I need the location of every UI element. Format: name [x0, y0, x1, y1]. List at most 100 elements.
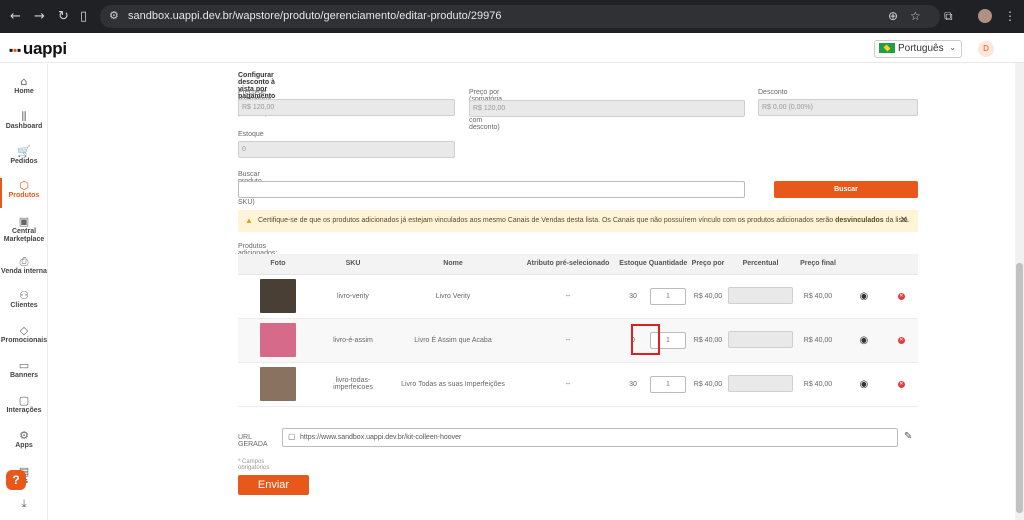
scrollbar-thumb[interactable] — [1016, 263, 1023, 513]
delete-icon[interactable]: ✕ — [897, 381, 905, 388]
sidebar-item-interações[interactable]: ▢ Interações — [0, 394, 48, 415]
table-row: livro-todas-imperfeicoes Livro Todas as … — [238, 362, 918, 407]
sidebar-item-venda-interna[interactable]: ⎙ Venda interna — [0, 255, 48, 276]
language-select[interactable]: Português ⌄ — [874, 40, 962, 58]
scrollbar[interactable] — [1015, 63, 1024, 520]
zoom-icon[interactable]: ⊕ — [888, 9, 898, 23]
sidebar-item-label: Promocionais — [0, 337, 48, 344]
sidebar-item-label: Banners — [9, 372, 38, 379]
enviar-button[interactable]: Enviar — [238, 475, 309, 495]
column-header: Preço final — [793, 254, 843, 275]
eye-icon[interactable]: ◉ — [859, 335, 868, 346]
table-row: livro-verity Livro Verity -- 30 1 R$ 40,… — [238, 274, 918, 319]
browser-toolbar: ← → ↻ ▯ ⚙ sandbox.uappi.dev.br/wapstore/… — [0, 0, 1024, 33]
sidebar-item-label: Venda interna — [1, 268, 47, 275]
required-note: * Campos obrigatórios — [238, 459, 270, 471]
sidebar-item-more[interactable]: ⤓ — [0, 497, 48, 510]
eye-icon[interactable]: ◉ — [859, 291, 868, 302]
percent-input[interactable] — [728, 374, 793, 392]
column-header: Foto — [238, 254, 318, 275]
products-table: Foto SKU Nome Atributo pré-selecionado Estoq… — [238, 254, 918, 407]
column-header-empty — [843, 254, 885, 275]
menu-icon[interactable]: ⋮ — [1004, 9, 1016, 23]
name-cell: Livro É Assim que Acaba — [388, 318, 518, 363]
attribute-cell: -- — [518, 362, 618, 407]
sidebar-item-pedidos[interactable]: 🛒 Pedidos — [0, 146, 48, 166]
table-row: livro-é-assim Livro É Assim que Acaba --… — [238, 318, 918, 363]
quantity-cell: 1 — [648, 362, 688, 407]
view-cell: ◉ — [843, 318, 885, 363]
sidebar-icon: ⤓ — [21, 497, 27, 510]
attribute-cell: -- — [518, 318, 618, 363]
site-settings-icon[interactable]: ⚙ — [109, 9, 119, 22]
document-icon: ▢ — [288, 432, 296, 441]
sidebar-icon: ⚙ — [19, 429, 29, 442]
desconto-label: Desconto — [758, 89, 788, 96]
column-header: Atributo pré-selecionado — [518, 254, 618, 275]
buscar-button[interactable]: Buscar — [774, 181, 918, 198]
sidebar-item-dashboard[interactable]: ⫼ Dashboard — [0, 111, 48, 131]
sidebar-item-banners[interactable]: ▭ Banners — [0, 359, 48, 380]
column-header: Nome — [388, 254, 518, 275]
estoque-label: Estoque — [238, 131, 264, 138]
quantity-input[interactable]: 1 — [650, 287, 686, 305]
warning-icon: ▲ — [245, 216, 253, 225]
sidebar-icon: ▭ — [18, 359, 30, 372]
sidebar-item-clientes[interactable]: ⚇ Clientes — [0, 289, 48, 310]
url-value: https://www.sandbox.uappi.dev.br/kit-col… — [300, 434, 462, 441]
sidebar-item-home[interactable]: ⌂ Home — [0, 76, 48, 96]
profile-avatar[interactable] — [978, 9, 992, 23]
uappi-logo[interactable]: ▪▪▪ uappi — [9, 39, 67, 59]
delete-icon[interactable]: ✕ — [897, 293, 905, 300]
name-cell: Livro Verity — [388, 274, 518, 319]
column-header: Estoque — [618, 254, 648, 275]
help-button[interactable]: ? — [6, 470, 26, 490]
sku-cell: livro-é-assim — [318, 318, 388, 363]
reload-icon[interactable]: ↻ — [58, 9, 69, 24]
brazil-flag-icon — [879, 43, 895, 54]
sidebar-item-apps[interactable]: ⚙ Apps — [0, 429, 48, 450]
warning-bold: desvinculados — [835, 217, 884, 224]
sidebar-item-label: Central Marketplace — [3, 228, 45, 243]
forward-icon[interactable]: → — [34, 9, 45, 24]
eye-icon[interactable]: ◉ — [859, 379, 868, 390]
close-icon[interactable]: ✕ — [900, 215, 908, 226]
user-avatar[interactable]: D — [978, 41, 994, 57]
quantity-input[interactable]: 1 — [650, 375, 686, 393]
extensions-icon[interactable]: ⧉ — [944, 9, 953, 24]
percent-input[interactable] — [728, 286, 793, 304]
sidebar-item-label: Produtos — [8, 192, 40, 199]
sidebar-icon: ⎙ — [19, 255, 29, 268]
delete-cell: ✕ — [884, 362, 918, 407]
url-label: URL GERADA — [238, 434, 268, 448]
column-header-empty — [884, 254, 918, 275]
sidebar-item-central-marketplace[interactable]: ▣ Central Marketplace — [0, 216, 48, 244]
back-icon[interactable]: ← — [10, 9, 21, 24]
percent-input[interactable] — [728, 330, 793, 348]
preco-de-field: R$ 120,00 — [238, 99, 455, 116]
sidebar-icon: ▢ — [18, 394, 30, 407]
column-header: Percentual — [728, 254, 793, 275]
edit-url-icon[interactable]: ✎ — [904, 431, 912, 442]
column-header: Preço por — [688, 254, 728, 275]
buscar-input[interactable] — [238, 181, 745, 198]
product-photo-cell — [238, 274, 318, 319]
sidebar-item-label: Clientes — [10, 302, 38, 309]
split-view-icon[interactable]: ▯ — [80, 9, 87, 24]
desconto-field: R$ 0,00 (0,00%) — [758, 99, 918, 116]
percent-cell — [728, 318, 793, 363]
view-cell: ◉ — [843, 362, 885, 407]
url-field[interactable]: ▢ https://www.sandbox.uappi.dev.br/kit-c… — [282, 428, 898, 447]
delete-icon[interactable]: ✕ — [897, 337, 905, 344]
product-photo — [260, 279, 296, 313]
quantity-cell: 1 — [648, 274, 688, 319]
address-bar[interactable]: ⚙ sandbox.uappi.dev.br/wapstore/produto/… — [100, 5, 940, 28]
sidebar-icon: ⚇ — [19, 289, 29, 302]
sidebar-item-produtos[interactable]: ⬡ Produtos — [0, 178, 48, 208]
sidebar-icon: ⬡ — [19, 179, 29, 192]
percent-cell — [728, 274, 793, 319]
sidebar-item-label: Home — [14, 88, 34, 95]
sidebar-item-label: Apps — [15, 442, 33, 449]
sidebar-item-promocionais[interactable]: ◇ Promocionais — [0, 325, 48, 345]
bookmark-star-icon[interactable]: ☆ — [910, 9, 921, 23]
